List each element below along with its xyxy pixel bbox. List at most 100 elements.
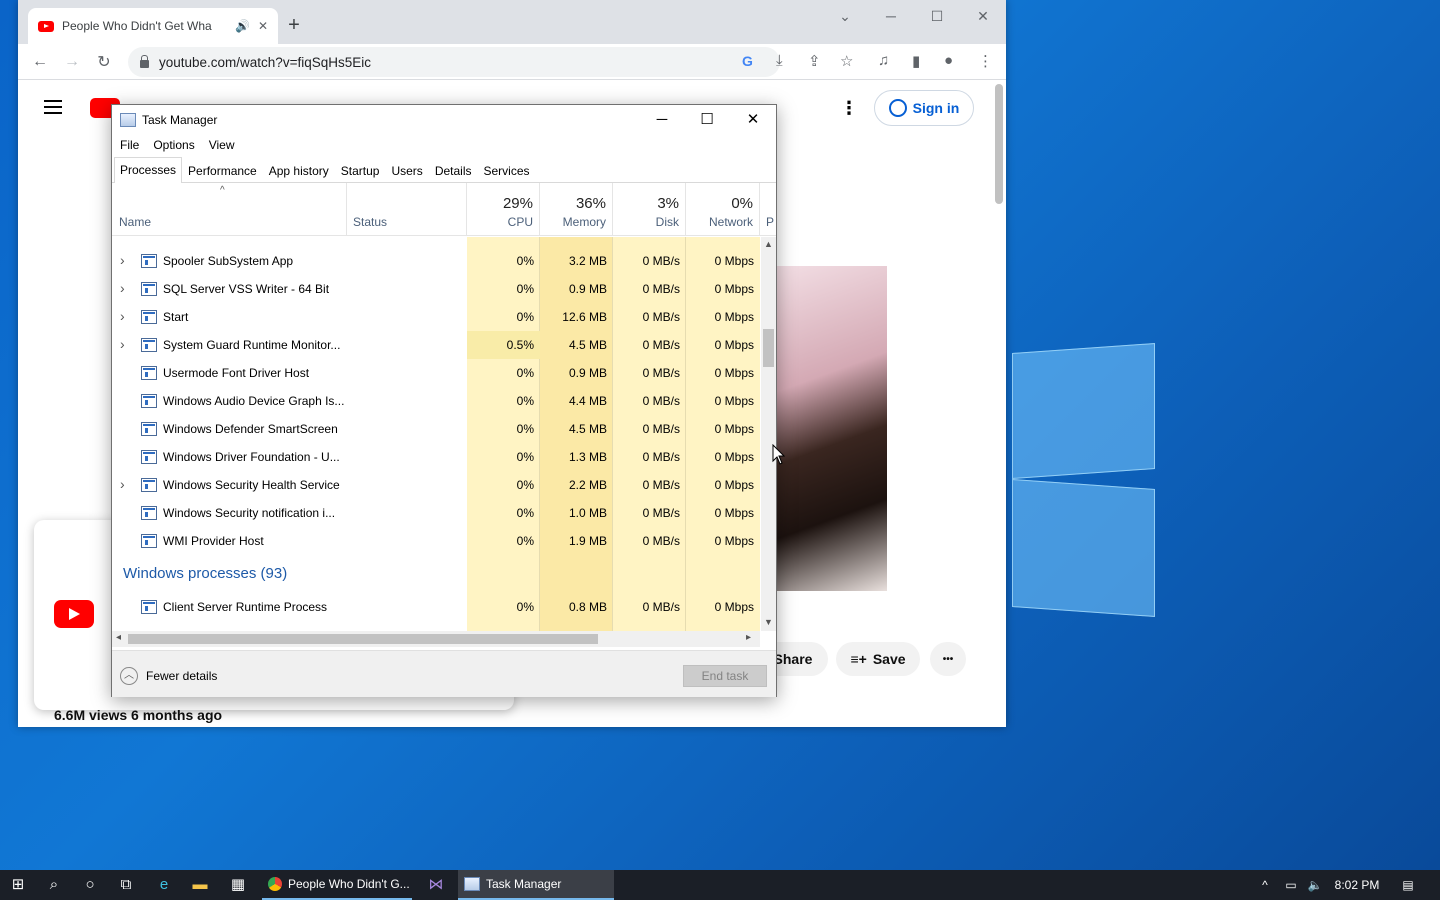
- column-network[interactable]: 0% Network: [686, 183, 760, 236]
- show-hidden-icons-chevron-icon[interactable]: ^: [1254, 870, 1276, 900]
- cell-cpu: 0%: [516, 534, 534, 548]
- taskbar-chrome-app[interactable]: People Who Didn't G...: [262, 870, 412, 900]
- video-player[interactable]: [768, 266, 887, 591]
- column-cpu[interactable]: 29% CPU: [467, 183, 540, 236]
- process-row[interactable]: Windows Audio Device Graph Is... 0% 4.4 MB…: [112, 387, 760, 415]
- expand-chevron-icon[interactable]: ›: [120, 280, 125, 296]
- taskbar: ⊞ ⌕ ○ ⧉ e ▬ ▦ People Who Didn't G... ⋈ T…: [0, 870, 1440, 900]
- store-icon[interactable]: ▦: [220, 870, 256, 900]
- group-header[interactable]: Windows processes (93): [123, 565, 287, 582]
- start-windows-icon[interactable]: ⊞: [0, 870, 36, 900]
- new-tab-button[interactable]: +: [280, 12, 308, 40]
- menu-file[interactable]: File: [120, 138, 139, 152]
- process-row[interactable]: Windows Driver Foundation - U... 0% 1.3 MB…: [112, 443, 760, 471]
- process-row[interactable]: Windows Defender SmartScreen 0% 4.5 MB 0 MB…: [112, 415, 760, 443]
- tab-search-chevron-icon[interactable]: ⌄: [822, 2, 868, 30]
- cell-cpu: 0%: [516, 366, 534, 380]
- tab-startup[interactable]: Startup: [335, 160, 386, 182]
- tab-services[interactable]: Services: [478, 160, 536, 182]
- column-name[interactable]: ^ Name: [112, 183, 347, 236]
- save-button[interactable]: ≡+ Save: [836, 642, 920, 676]
- minimize-button[interactable]: ─: [868, 2, 914, 30]
- speaker-icon[interactable]: 🔊: [235, 19, 250, 33]
- hamburger-menu-icon[interactable]: [44, 100, 62, 118]
- settings-kebab-icon[interactable]: ⋮: [840, 98, 858, 119]
- expand-chevron-icon[interactable]: ›: [120, 476, 125, 492]
- tab-details[interactable]: Details: [429, 160, 478, 182]
- process-row[interactable]: WMI Provider Host 0% 1.9 MB 0 MB/s 0 Mbps: [112, 527, 760, 555]
- process-row[interactable]: Client Server Runtime Process 0% 0.8 MB 0 M…: [112, 593, 760, 621]
- bookmark-star-icon[interactable]: ☆: [840, 52, 853, 70]
- view-count: 6.6M views 6 months ago: [54, 707, 223, 723]
- edge-icon[interactable]: e: [146, 870, 182, 900]
- tab-performance[interactable]: Performance: [182, 160, 263, 182]
- network-icon[interactable]: ▭: [1280, 870, 1302, 900]
- tab-users[interactable]: Users: [385, 160, 428, 182]
- process-row[interactable]: Usermode Font Driver Host 0% 0.9 MB 0 MB/s 0…: [112, 359, 760, 387]
- side-panel-icon[interactable]: ▮: [912, 52, 920, 70]
- process-row[interactable]: › Windows Security Health Service 0% 2.2 MB…: [112, 471, 760, 499]
- install-icon[interactable]: ⤓: [776, 52, 783, 69]
- file-explorer-icon[interactable]: ▬: [182, 870, 218, 900]
- browser-tab[interactable]: People Who Didn't Get Wha 🔊 ✕: [28, 8, 278, 44]
- scroll-left-icon[interactable]: ◂: [116, 632, 121, 643]
- profile-avatar-icon[interactable]: ●: [944, 52, 953, 69]
- reload-icon[interactable]: ↻: [88, 52, 120, 72]
- column-power[interactable]: P: [760, 183, 776, 236]
- column-disk[interactable]: 3% Disk: [613, 183, 686, 236]
- process-row[interactable]: › Spooler SubSystem App 0% 3.2 MB 0 MB/s 0 Mb…: [112, 247, 760, 275]
- vertical-scrollbar[interactable]: ▲ ▼: [761, 237, 776, 631]
- clock[interactable]: 8:02 PM: [1330, 870, 1384, 900]
- maximize-button[interactable]: ☐: [914, 2, 960, 30]
- visual-studio-icon[interactable]: ⋈: [418, 870, 454, 900]
- url-text[interactable]: youtube.com/watch?v=fiqSqHs5Eic: [159, 55, 371, 70]
- h-scroll-thumb[interactable]: [128, 634, 598, 644]
- horizontal-scrollbar[interactable]: ◂ ▸: [112, 631, 760, 647]
- process-row[interactable]: Windows Security notification i... 0% 1.0 …: [112, 499, 760, 527]
- process-row[interactable]: › SQL Server VSS Writer - 64 Bit 0% 0.9 MB 0…: [112, 275, 760, 303]
- process-row[interactable]: › System Guard Runtime Monitor... 0.5% 4.5 …: [112, 331, 760, 359]
- media-control-icon[interactable]: ♫: [878, 52, 889, 69]
- tab-processes[interactable]: Processes: [114, 157, 183, 183]
- close-tab-icon[interactable]: ✕: [258, 19, 268, 33]
- taskbar-task-manager-app[interactable]: Task Manager: [458, 870, 614, 900]
- more-actions-button[interactable]: •••: [930, 642, 966, 676]
- task-view-icon[interactable]: ⧉: [108, 870, 144, 900]
- maximize-button[interactable]: ☐: [684, 105, 730, 135]
- fewer-details-button[interactable]: ︿ Fewer details: [120, 667, 217, 685]
- scroll-up-icon[interactable]: ▲: [764, 239, 773, 249]
- end-task-button[interactable]: End task: [683, 665, 767, 687]
- close-button[interactable]: ✕: [730, 105, 776, 135]
- address-bar[interactable]: youtube.com/watch?v=fiqSqHs5Eic G: [128, 47, 780, 77]
- column-memory[interactable]: 36% Memory: [540, 183, 613, 236]
- menu-options[interactable]: Options: [153, 138, 194, 152]
- tab-app-history[interactable]: App history: [263, 160, 335, 182]
- window-title: Task Manager: [142, 113, 218, 127]
- notifications-icon[interactable]: ▤: [1396, 870, 1420, 900]
- lock-icon[interactable]: [140, 55, 149, 68]
- menu-view[interactable]: View: [209, 138, 235, 152]
- save-label: Save: [872, 651, 906, 667]
- share-icon[interactable]: ⇪: [808, 52, 821, 70]
- expand-chevron-icon[interactable]: ›: [120, 308, 125, 324]
- search-icon[interactable]: ⌕: [36, 870, 72, 900]
- cell-disk: 0 MB/s: [642, 310, 680, 324]
- scroll-thumb[interactable]: [763, 329, 774, 367]
- close-button[interactable]: ✕: [960, 2, 1006, 30]
- minimize-button[interactable]: ─: [639, 105, 685, 135]
- back-icon[interactable]: ←: [24, 53, 56, 71]
- chrome-menu-icon[interactable]: ⋮: [978, 52, 993, 70]
- column-status[interactable]: Status: [347, 183, 467, 236]
- scroll-right-icon[interactable]: ▸: [746, 632, 751, 643]
- forward-icon[interactable]: →: [56, 53, 88, 71]
- sign-in-button[interactable]: Sign in: [874, 90, 974, 126]
- scroll-down-icon[interactable]: ▼: [764, 617, 773, 627]
- expand-chevron-icon[interactable]: ›: [120, 336, 125, 352]
- task-manager-titlebar[interactable]: Task Manager ─ ☐ ✕: [112, 105, 776, 135]
- cortana-icon[interactable]: ○: [72, 870, 108, 900]
- expand-chevron-icon[interactable]: ›: [120, 252, 125, 268]
- process-row[interactable]: › Start 0% 12.6 MB 0 MB/s 0 Mbps: [112, 303, 760, 331]
- google-icon[interactable]: G: [742, 53, 753, 69]
- volume-icon[interactable]: 🔈: [1304, 870, 1326, 900]
- page-scrollbar[interactable]: [995, 84, 1003, 204]
